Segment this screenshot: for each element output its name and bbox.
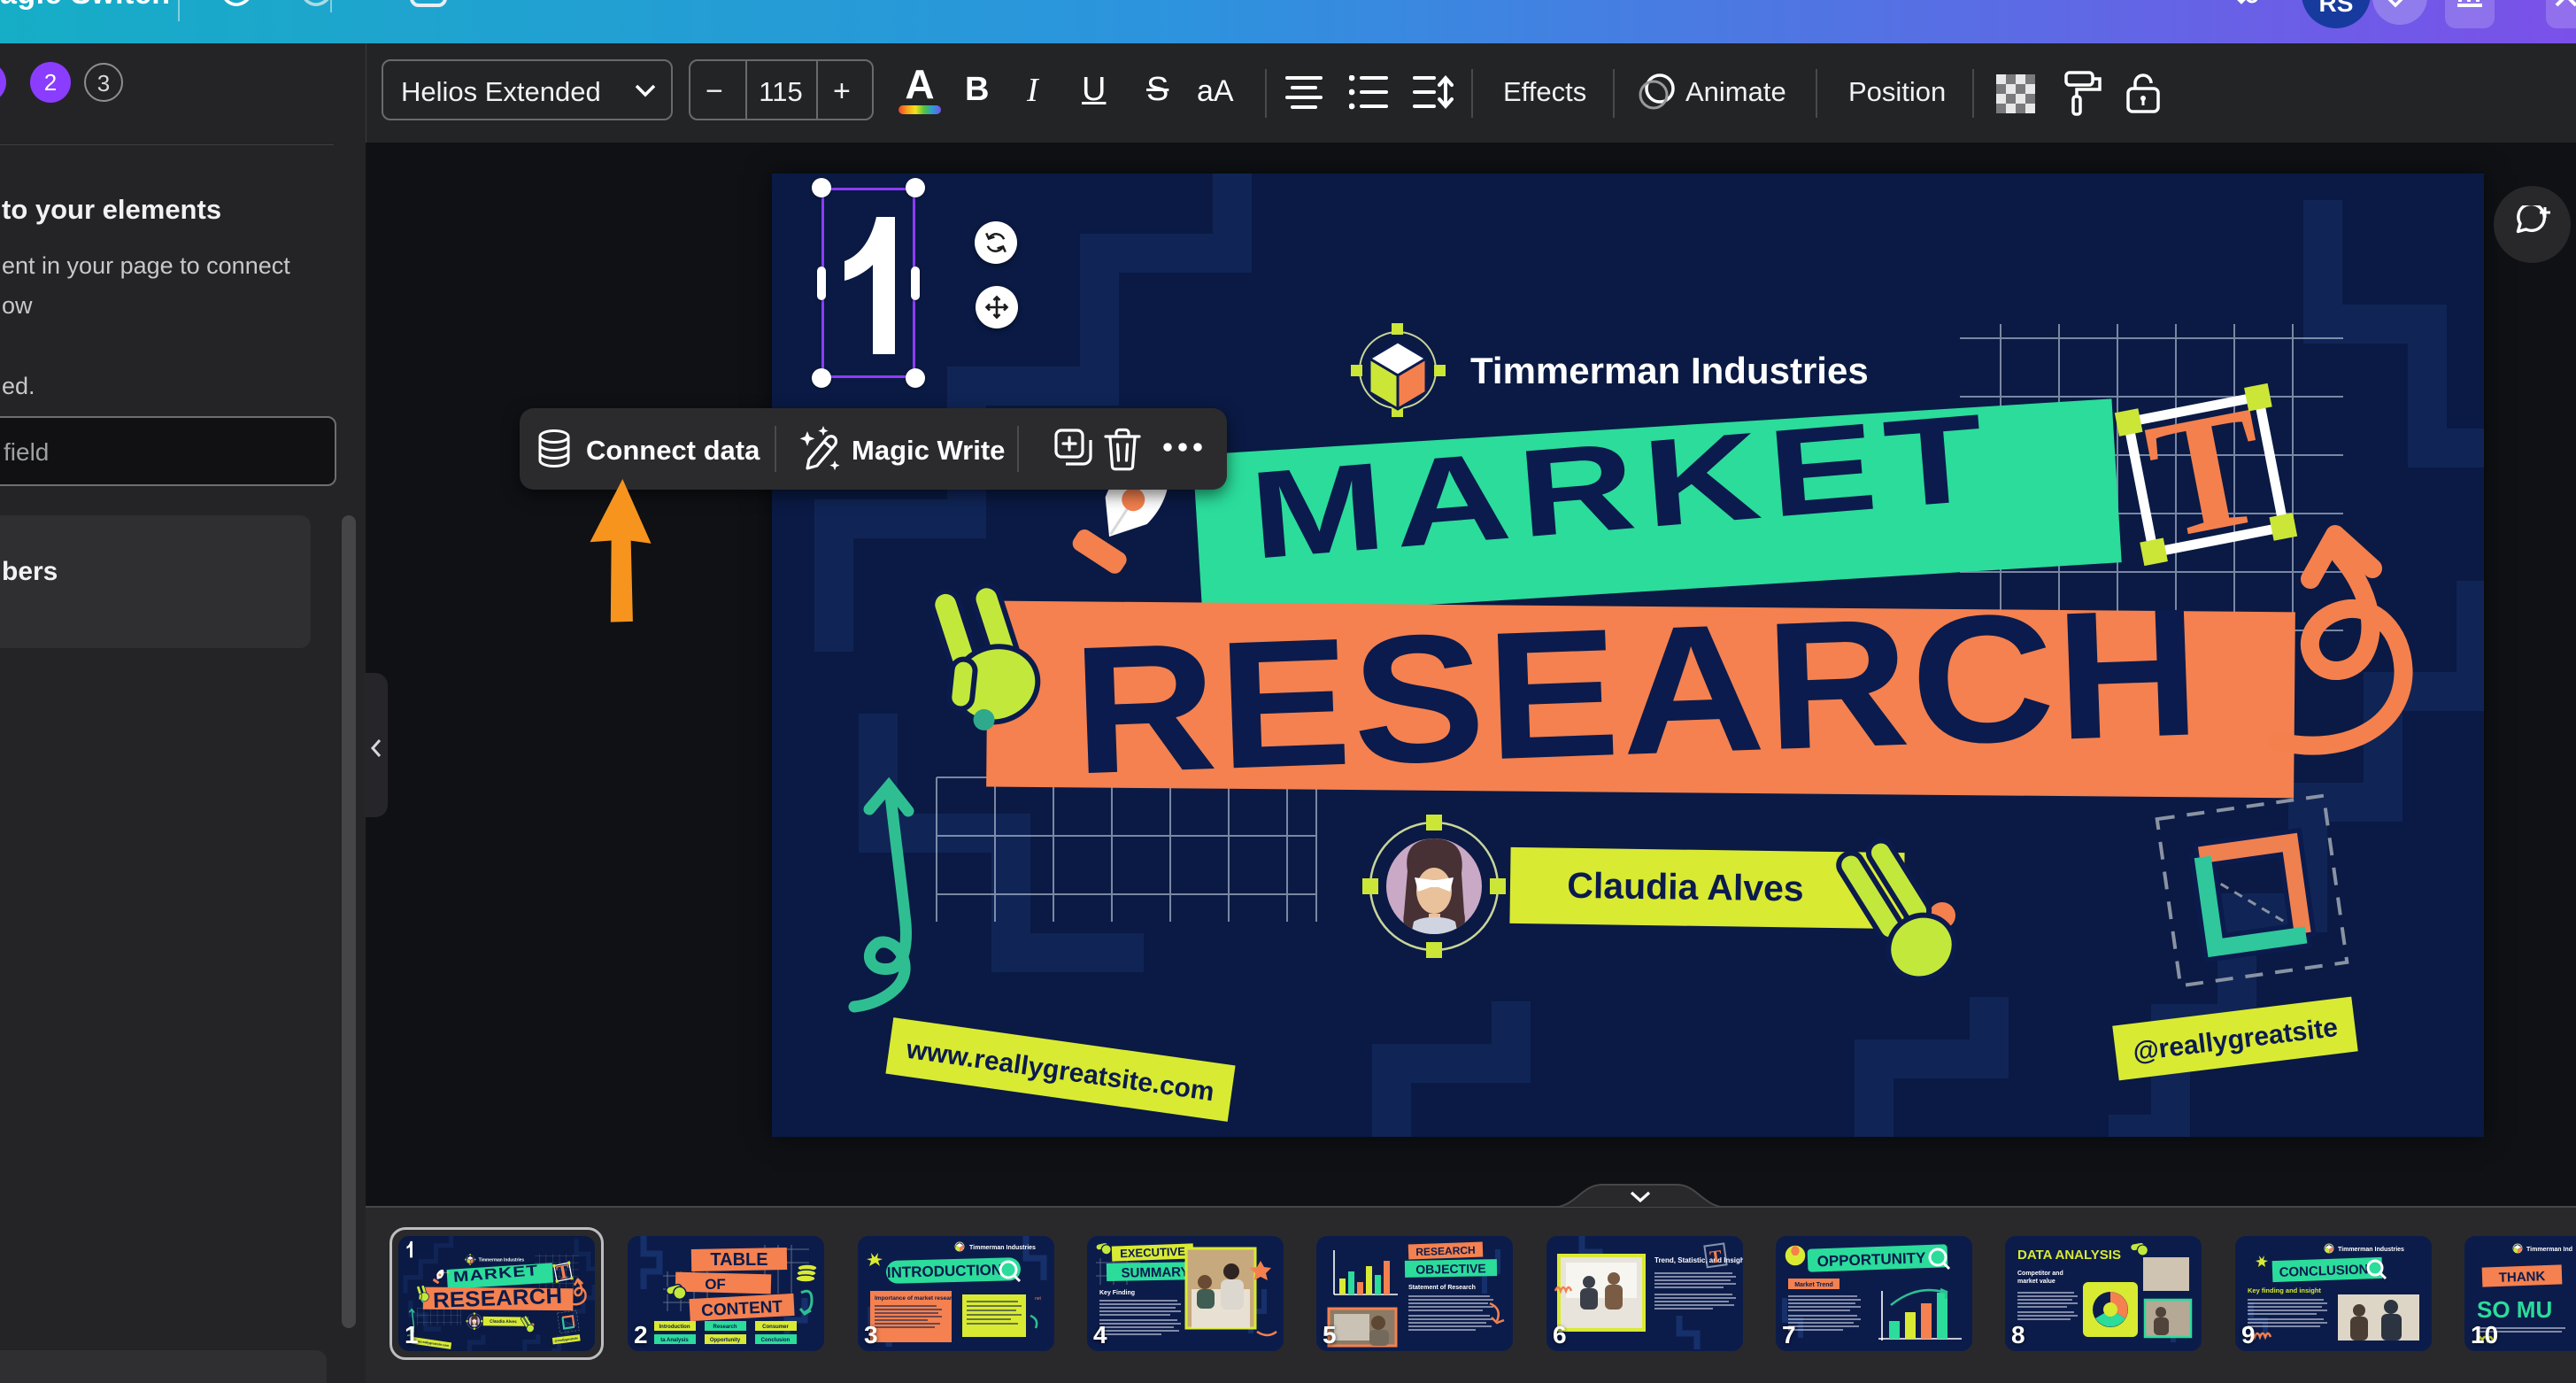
- svg-text:TABLE: TABLE: [710, 1250, 767, 1270]
- svg-text:Key finding and insight: Key finding and insight: [2248, 1286, 2321, 1294]
- svg-text:net: net: [1035, 1296, 1042, 1302]
- svg-text:INTRODUCTION: INTRODUCTION: [887, 1262, 1003, 1281]
- svg-text:Timmerman Industries: Timmerman Industries: [969, 1245, 1036, 1251]
- svg-text:Trend, Statistic, and Insight: Trend, Statistic, and Insight: [1654, 1256, 1743, 1264]
- svg-text:EXECUTIVE: EXECUTIVE: [1120, 1245, 1185, 1261]
- svg-text:Timmerman Ind: Timmerman Ind: [2526, 1247, 2572, 1253]
- svg-text:Competitor and: Competitor and: [2017, 1271, 2063, 1277]
- svg-text:RESEARCH: RESEARCH: [1415, 1244, 1476, 1258]
- svg-text:Introduction: Introduction: [659, 1325, 690, 1330]
- svg-text:Timmerman Industries: Timmerman Industries: [2338, 1247, 2404, 1253]
- svg-text:DATA ANALYSIS: DATA ANALYSIS: [2017, 1248, 2121, 1263]
- svg-text:Timmerman Industries: Timmerman Industries: [1470, 350, 1869, 391]
- svg-text:OF: OF: [705, 1276, 726, 1293]
- svg-text:Consumer: Consumer: [762, 1325, 789, 1330]
- svg-text:THANK: THANK: [2499, 1269, 2546, 1286]
- svg-text:market value: market value: [2017, 1279, 2055, 1285]
- svg-text:CONCLUSION: CONCLUSION: [2279, 1262, 2368, 1280]
- svg-text:ta Analysis: ta Analysis: [660, 1338, 689, 1343]
- svg-text:SUMMARY: SUMMARY: [1121, 1264, 1189, 1280]
- svg-text:Key Finding: Key Finding: [1099, 1290, 1135, 1296]
- svg-text:Research: Research: [713, 1325, 737, 1330]
- svg-text:RESEARCH: RESEARCH: [1069, 570, 2204, 812]
- svg-text:Opportunity: Opportunity: [710, 1338, 741, 1343]
- svg-text:Market Trend: Market Trend: [1794, 1282, 1833, 1288]
- svg-text:Conclusion: Conclusion: [761, 1338, 791, 1343]
- svg-text:OBJECTIVE: OBJECTIVE: [1415, 1261, 1486, 1276]
- svg-text:SO MU: SO MU: [2477, 1296, 2552, 1323]
- svg-text:Claudia Alves: Claudia Alves: [1567, 865, 1804, 909]
- svg-text:Importance of market research: Importance of market research: [875, 1295, 959, 1302]
- svg-text:Statement of Research: Statement of Research: [1408, 1285, 1476, 1291]
